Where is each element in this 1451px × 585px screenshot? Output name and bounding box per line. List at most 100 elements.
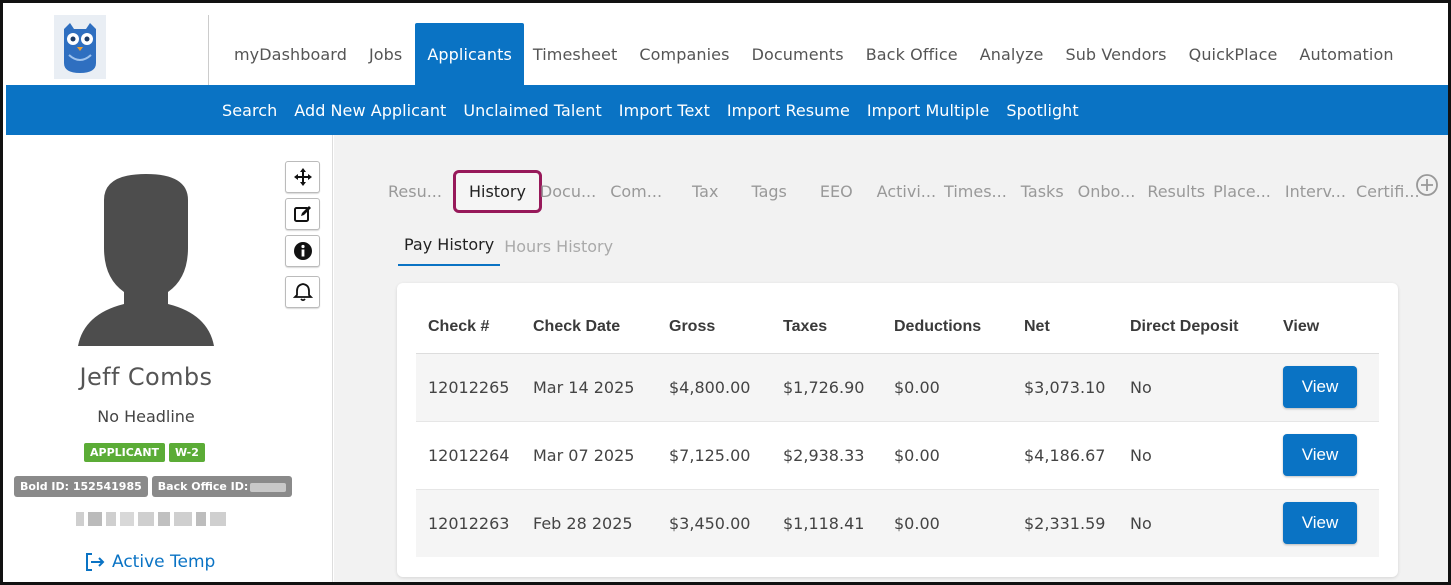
cell-net: $3,073.10 [1012, 353, 1118, 422]
tab-results[interactable]: Results [1147, 182, 1205, 201]
profile-tabs: Resu... History Docu... Com... Tax Tags … [388, 170, 1434, 213]
sign-in-icon [86, 553, 105, 571]
subnav-import-text[interactable]: Import Text [619, 101, 710, 120]
column-header-taxes: Taxes [771, 301, 882, 354]
tab-eeo[interactable]: EEO [820, 182, 853, 201]
column-header-view: View [1271, 301, 1379, 354]
tab-tasks[interactable]: Tasks [1021, 182, 1064, 201]
w2-badge: W-2 [169, 443, 205, 462]
nav-item-back-office[interactable]: Back Office [857, 23, 971, 85]
cell-deductions: $0.00 [882, 353, 1012, 422]
cell-taxes: $1,726.90 [771, 353, 882, 422]
subnav-add-new-applicant[interactable]: Add New Applicant [294, 101, 446, 120]
add-tab-plus-icon[interactable] [1415, 173, 1439, 197]
nav-item-automation[interactable]: Automation [1290, 23, 1406, 85]
tab-timesheets[interactable]: Times... [944, 182, 1007, 201]
nav-item-documents[interactable]: Documents [743, 23, 857, 85]
cell-view: View [1271, 489, 1379, 557]
column-header-deductions: Deductions [882, 301, 1012, 354]
sub-navigation: Search Add New Applicant Unclaimed Talen… [6, 85, 1448, 135]
nav-item-applicants[interactable]: Applicants [415, 23, 524, 85]
tab-documents[interactable]: Docu... [540, 182, 596, 201]
cell-view: View [1271, 353, 1379, 422]
cell-check-date: Mar 14 2025 [521, 353, 657, 422]
column-header-check-date: Check Date [521, 301, 657, 354]
nav-item-quickplace[interactable]: QuickPlace [1180, 23, 1291, 85]
column-header-gross: Gross [657, 301, 771, 354]
notification-button[interactable] [285, 276, 320, 308]
pay-history-card: Check # Check Date Gross Taxes Deduction… [397, 283, 1398, 577]
info-button[interactable] [285, 235, 320, 267]
app-logo[interactable] [54, 15, 106, 79]
tab-resume[interactable]: Resu... [388, 182, 442, 201]
table-row: 12012265 Mar 14 2025 $4,800.00 $1,726.90… [416, 353, 1379, 422]
bold-id-badge: Bold ID: 152541985 [14, 476, 148, 497]
move-button[interactable] [285, 161, 320, 193]
cell-deductions: $0.00 [882, 421, 1012, 490]
edit-button[interactable] [285, 198, 320, 230]
cell-direct-deposit: No [1118, 489, 1271, 557]
tab-placements[interactable]: Place... [1213, 182, 1271, 201]
app-window: myDashboard Jobs Applicants Timesheet Co… [0, 0, 1451, 585]
table-header-row: Check # Check Date Gross Taxes Deduction… [416, 301, 1379, 354]
nav-item-sub-vendors[interactable]: Sub Vendors [1056, 23, 1179, 85]
bell-icon [292, 283, 313, 302]
history-subtabs: Pay History Hours History [398, 231, 619, 266]
subtab-pay-history[interactable]: Pay History [398, 231, 501, 266]
nav-item-analyze[interactable]: Analyze [971, 23, 1057, 85]
tab-activities[interactable]: Activi... [877, 182, 936, 201]
nav-item-companies[interactable]: Companies [630, 23, 742, 85]
column-header-direct-deposit: Direct Deposit [1118, 301, 1271, 354]
nav-item-timesheet[interactable]: Timesheet [524, 23, 631, 85]
applicant-headline: No Headline [97, 407, 195, 426]
subnav-import-multiple[interactable]: Import Multiple [867, 101, 990, 120]
cell-check-date: Mar 07 2025 [521, 421, 657, 490]
tab-onboarding[interactable]: Onbo... [1078, 182, 1136, 201]
active-temp-label: Active Temp [112, 552, 216, 572]
active-temp-status[interactable]: Active Temp [84, 551, 215, 573]
column-header-net: Net [1012, 301, 1118, 354]
view-button[interactable]: View [1283, 366, 1357, 408]
main-nav: myDashboard Jobs Applicants Timesheet Co… [225, 23, 1407, 85]
redacted-id [250, 482, 287, 492]
tab-history[interactable]: History [452, 170, 542, 213]
tab-certifications[interactable]: Certifi... [1356, 182, 1420, 201]
cell-check-number: 12012264 [416, 421, 521, 490]
view-button[interactable]: View [1283, 434, 1357, 476]
logo-divider [208, 15, 209, 85]
view-button[interactable]: View [1283, 502, 1357, 545]
cell-taxes: $1,118.41 [771, 489, 882, 557]
cell-gross: $3,450.00 [657, 489, 771, 557]
subnav-spotlight[interactable]: Spotlight [1006, 101, 1078, 120]
subnav-search[interactable]: Search [222, 101, 277, 120]
column-header-check: Check # [416, 301, 521, 354]
cell-view: View [1271, 421, 1379, 490]
info-icon [293, 242, 312, 260]
cell-check-date: Feb 28 2025 [521, 489, 657, 557]
applicant-badge: APPLICANT [84, 443, 166, 462]
edit-icon [293, 206, 311, 222]
status-badges: APPLICANT W-2 [84, 443, 205, 462]
cell-check-number: 12012265 [416, 353, 521, 422]
cell-taxes: $2,938.33 [771, 421, 882, 490]
cell-check-number: 12012263 [416, 489, 521, 557]
tab-tags[interactable]: Tags [751, 182, 786, 201]
cell-direct-deposit: No [1118, 353, 1271, 422]
redacted-contact [76, 512, 226, 526]
nav-item-mydashboard[interactable]: myDashboard [225, 23, 360, 85]
owl-logo-icon [54, 15, 106, 79]
tab-interviews[interactable]: Interv... [1285, 182, 1346, 201]
cell-net: $2,331.59 [1012, 489, 1118, 557]
tab-communications[interactable]: Com... [610, 182, 662, 201]
subnav-import-resume[interactable]: Import Resume [727, 101, 850, 120]
cell-net: $4,186.67 [1012, 421, 1118, 490]
tab-tax[interactable]: Tax [692, 182, 718, 201]
person-silhouette-icon [78, 174, 214, 346]
back-office-id-badge: Back Office ID: [151, 476, 293, 497]
subnav-unclaimed-talent[interactable]: Unclaimed Talent [463, 101, 601, 120]
nav-item-jobs[interactable]: Jobs [360, 23, 415, 85]
table-row: 12012263 Feb 28 2025 $3,450.00 $1,118.41… [416, 489, 1379, 557]
subtab-hours-history[interactable]: Hours History [500, 233, 619, 266]
cell-gross: $7,125.00 [657, 421, 771, 490]
pay-history-table: Check # Check Date Gross Taxes Deduction… [416, 301, 1379, 557]
